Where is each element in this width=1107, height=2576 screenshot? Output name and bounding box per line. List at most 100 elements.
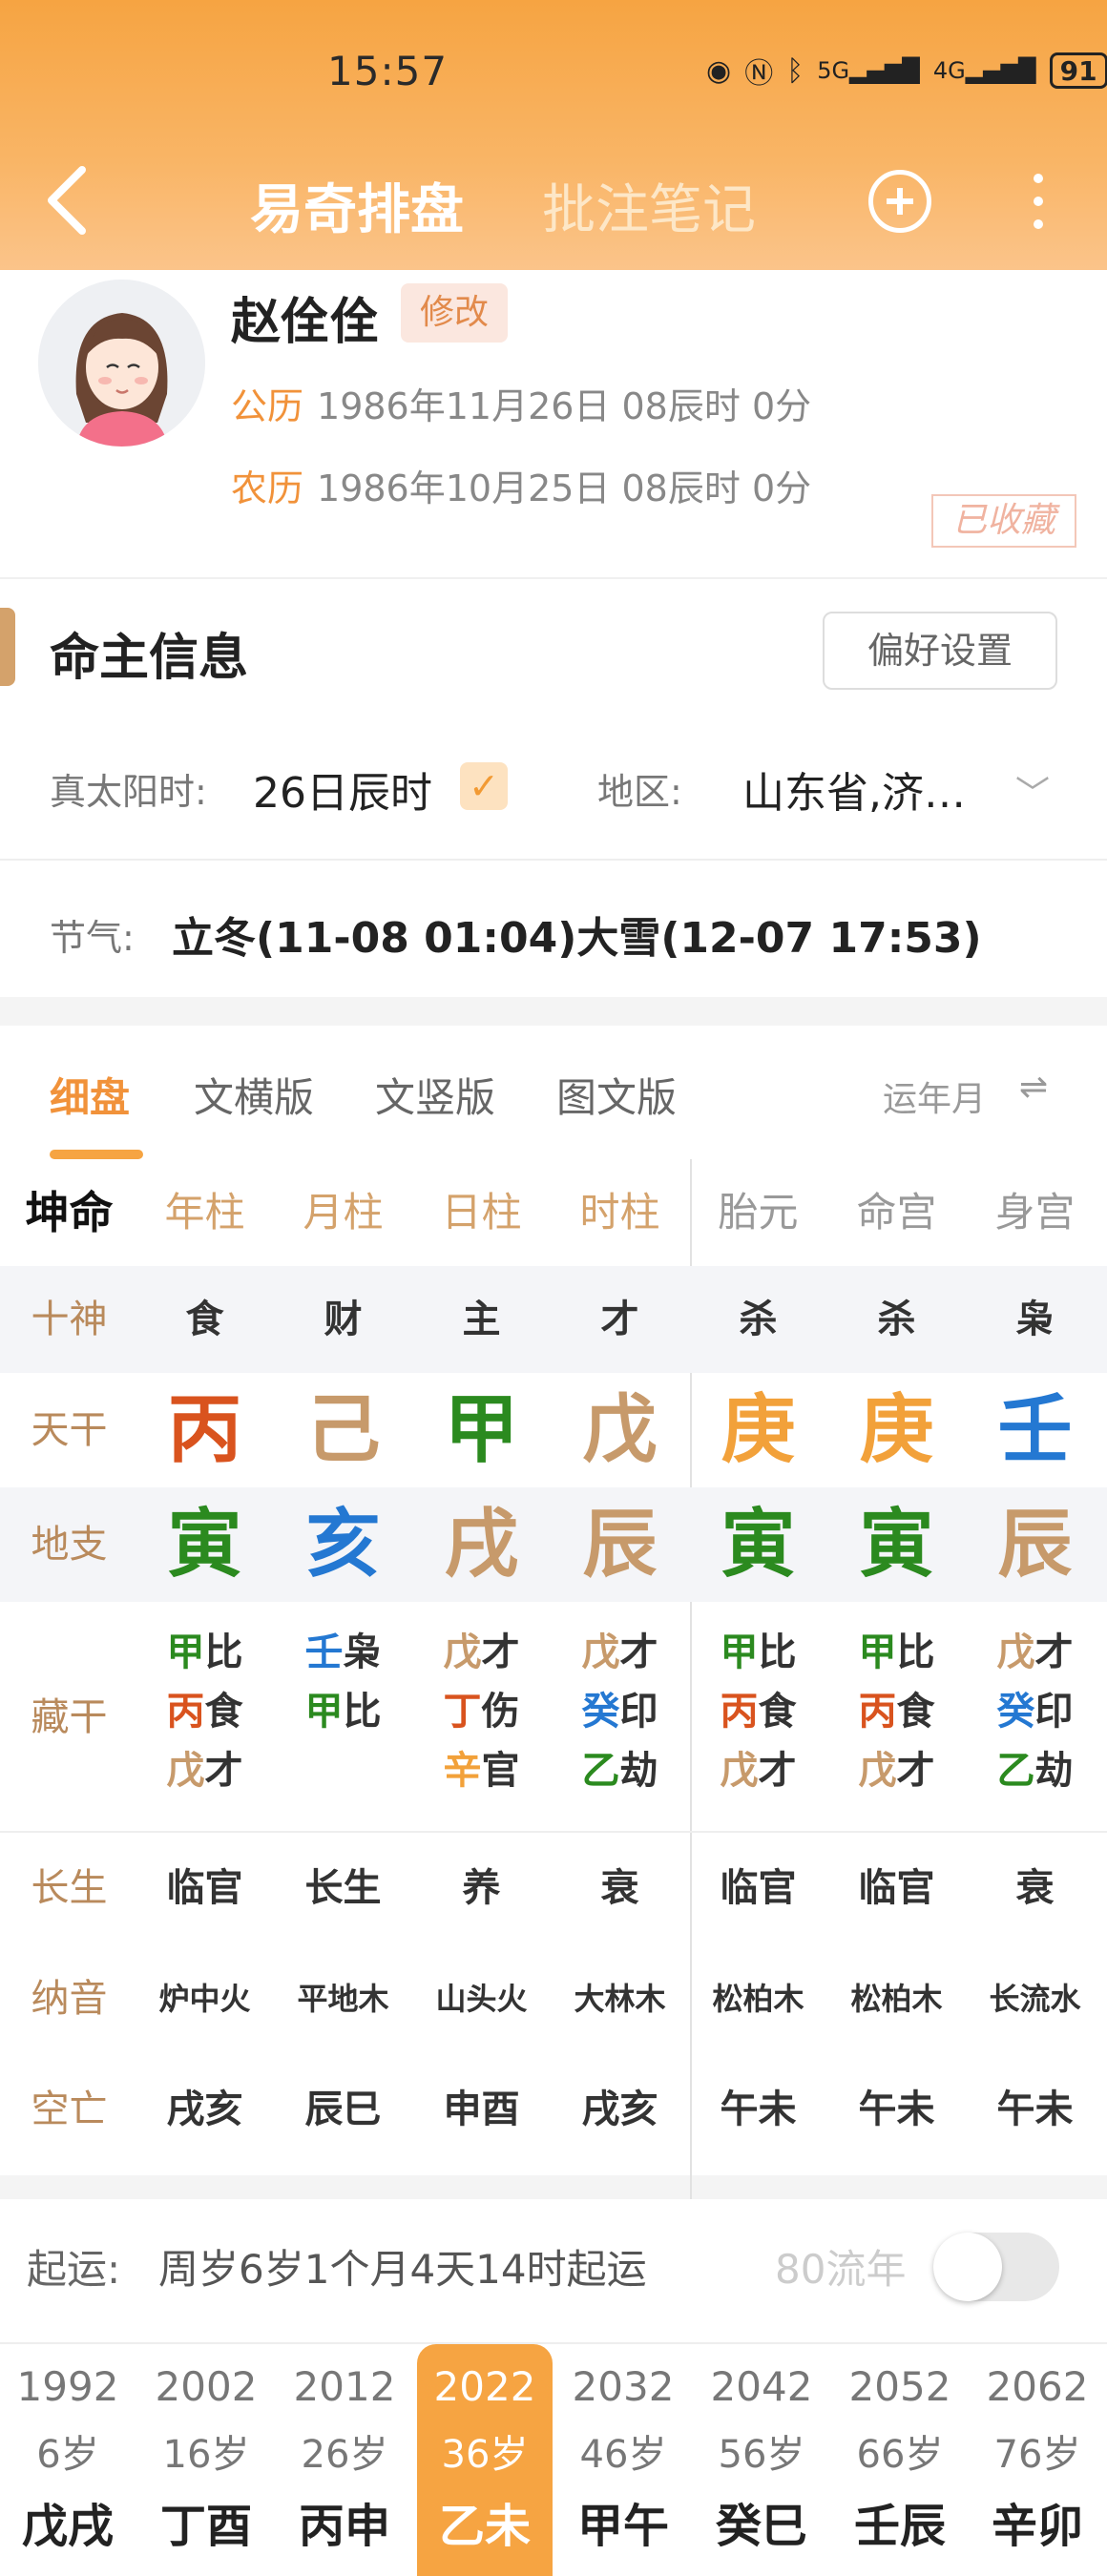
canggan-god: 印 <box>1034 1690 1074 1734</box>
canggan-cell: 壬枭甲比 <box>274 1623 412 1741</box>
dayun-item[interactable]: 1992 6岁戊戌 <box>0 2344 136 2576</box>
column-header: 年柱 <box>164 1189 245 1236</box>
dayun-age: 36岁 <box>441 2433 529 2477</box>
add-icon[interactable] <box>868 170 931 233</box>
preference-button[interactable]: 偏好设置 <box>823 612 1057 690</box>
nayin-cell: 松柏木 <box>850 1981 943 2017</box>
canggan-item: 丙食 <box>689 1682 827 1741</box>
solar-time-checkbox[interactable]: ✓ <box>460 762 508 810</box>
dayun-ganzhi: 癸巳 <box>715 2500 807 2553</box>
dayun-age: 76岁 <box>993 2433 1081 2477</box>
back-icon[interactable] <box>40 162 97 239</box>
dizhi-cell: 寅 <box>721 1501 796 1588</box>
tab-paipan[interactable]: 易奇排盘 <box>250 167 464 244</box>
dizhi-cell: 亥 <box>305 1501 381 1588</box>
liunian-toggle[interactable] <box>933 2233 1059 2301</box>
dizhi-cell: 辰 <box>997 1501 1073 1588</box>
canggan-god: 食 <box>204 1690 243 1734</box>
canggan-stem: 甲 <box>858 1631 897 1674</box>
dayun-row: 1992 6岁 戊戌 2002 16岁 丁酉 2012 26岁 丙申 2022 36岁 乙未 2032 4… <box>0 2342 1107 2576</box>
canggan-item: 丙食 <box>827 1682 966 1741</box>
canggan-stem: 戊 <box>166 1749 205 1793</box>
edit-button[interactable]: 修改 <box>401 283 509 343</box>
canggan-item: 甲比 <box>827 1623 966 1682</box>
canggan-god: 官 <box>481 1749 520 1793</box>
swap-icon[interactable]: ⇌ <box>1019 1068 1048 1107</box>
tab-notes[interactable]: 批注笔记 <box>542 167 756 244</box>
dayun-ganzhi: 丙申 <box>298 2500 390 2553</box>
dayun-year: 2052 <box>848 2363 951 2410</box>
canggan-item: 戊才 <box>966 1623 1104 1682</box>
yun-label[interactable]: 运年月 <box>883 1071 986 1121</box>
dayun-ganzhi: 戊戌 <box>21 2500 114 2553</box>
dayun-age: 46岁 <box>579 2433 667 2477</box>
tab-wenheng[interactable]: 文横版 <box>194 1066 314 1124</box>
nayin-cell: 炉中火 <box>158 1981 251 2017</box>
signal-4g-icon: 4G▂▄▆█ <box>932 57 1036 84</box>
column-header: 时柱 <box>579 1189 660 1236</box>
shishen-cell: 主 <box>462 1298 501 1341</box>
canggan-item: 甲比 <box>274 1682 412 1741</box>
dayun-year: 1992 <box>16 2363 119 2410</box>
dizhi-cell: 寅 <box>859 1501 934 1588</box>
canggan-god: 才 <box>204 1749 243 1793</box>
avatar[interactable] <box>38 280 205 447</box>
dayun-age: 16岁 <box>162 2433 250 2477</box>
dayun-item[interactable]: 2052 66岁 壬辰 <box>832 2344 968 2576</box>
canggan-item: 戊才 <box>412 1623 551 1682</box>
qiyun-section: 起运: 周岁6岁1个月4天14时起运 80流年 <box>0 2199 1107 2342</box>
canggan-item: 癸印 <box>966 1682 1104 1741</box>
dayun-ganzhi: 辛卯 <box>991 2500 1083 2553</box>
kongwang-cell: 戌亥 <box>166 2088 243 2131</box>
tab-wenshu[interactable]: 文竖版 <box>375 1066 495 1124</box>
canggan-god: 才 <box>481 1631 520 1674</box>
more-icon[interactable] <box>1034 174 1045 231</box>
row-dizhi: 地支寅亥戌辰寅寅辰 <box>0 1487 1107 1602</box>
row-changsheng: 长生 临官 长生 养 衰 临官 临官 衰 <box>0 1833 1107 1943</box>
tab-tuwen[interactable]: 图文版 <box>556 1066 677 1124</box>
canggan-stem: 甲 <box>720 1631 759 1674</box>
canggan-cell: 戊才癸印乙劫 <box>966 1623 1104 1800</box>
canggan-god: 比 <box>343 1690 382 1734</box>
tab-xipan[interactable]: 细盘 <box>50 1066 130 1124</box>
region-select[interactable]: 山东省,济… <box>742 758 966 820</box>
dayun-age: 6岁 <box>36 2433 99 2477</box>
row-label: 天干 <box>31 1408 108 1452</box>
battery-icon: 91 <box>1049 52 1107 89</box>
shishen-cell: 财 <box>324 1298 363 1341</box>
liunian-label: 80流年 <box>775 2246 907 2293</box>
dayun-item[interactable]: 2032 46岁 甲午 <box>555 2344 691 2576</box>
favorited-stamp[interactable]: 已收藏 <box>931 494 1076 548</box>
dayun-item[interactable]: 2012 26岁 丙申 <box>277 2344 412 2576</box>
kongwang-cell: 午未 <box>720 2088 797 2131</box>
changsheng-cell: 长生 <box>304 1866 382 1910</box>
jieqi-label: 节气: <box>50 917 135 959</box>
row-nayin: 纳音 炉中火 平地木 山头火 大林木 松柏木 松柏木 长流水 <box>0 1943 1107 2054</box>
dayun-item[interactable]: 2042 56岁 癸巳 <box>694 2344 829 2576</box>
dayun-ganzhi: 乙未 <box>438 2500 531 2553</box>
canggan-cell: 甲比丙食戊才 <box>136 1623 274 1800</box>
dayun-age: 66岁 <box>856 2433 944 2477</box>
row-label: 藏干 <box>31 1695 108 1739</box>
canggan-cell: 甲比丙食戊才 <box>689 1623 827 1800</box>
profile-card: 赵佺佺 修改 公历 1986年11月26日 08辰时 0分 农历 1986年10月2… <box>0 270 1107 577</box>
canggan-item: 戊才 <box>551 1623 689 1682</box>
battery-level: 91 <box>1059 54 1097 87</box>
dayun-item[interactable]: 2062 76岁 辛卯 <box>970 2344 1105 2576</box>
changsheng-cell: 临官 <box>858 1866 935 1910</box>
changsheng-cell: 养 <box>462 1866 501 1910</box>
chevron-down-icon[interactable]: ﹀ <box>1015 766 1050 816</box>
dizhi-cell: 寅 <box>167 1501 242 1588</box>
tiangan-cell: 己 <box>305 1386 381 1473</box>
kongwang-cell: 戌亥 <box>581 2088 658 2131</box>
column-header: 身宫 <box>994 1189 1076 1236</box>
qiyun-value: 周岁6岁1个月4天14时起运 <box>158 2246 647 2293</box>
canggan-god: 劫 <box>1034 1749 1074 1793</box>
row-canggan: 藏干甲比丙食戊才壬枭甲比戊才丁伤辛官戊才癸印乙劫甲比丙食戊才甲比丙食戊才戊才癸印… <box>0 1602 1107 1833</box>
dayun-item[interactable]: 2022 36岁 乙未 <box>417 2344 553 2576</box>
solar-time-value: 26日辰时 <box>253 769 432 818</box>
canggan-god: 才 <box>1034 1631 1074 1674</box>
dayun-ganzhi: 丁酉 <box>159 2500 252 2553</box>
row-kongwang: 空亡 戌亥 辰巳 申酉 戌亥 午未 午未 午未 <box>0 2054 1107 2165</box>
dayun-item[interactable]: 2002 16岁 丁酉 <box>138 2344 274 2576</box>
